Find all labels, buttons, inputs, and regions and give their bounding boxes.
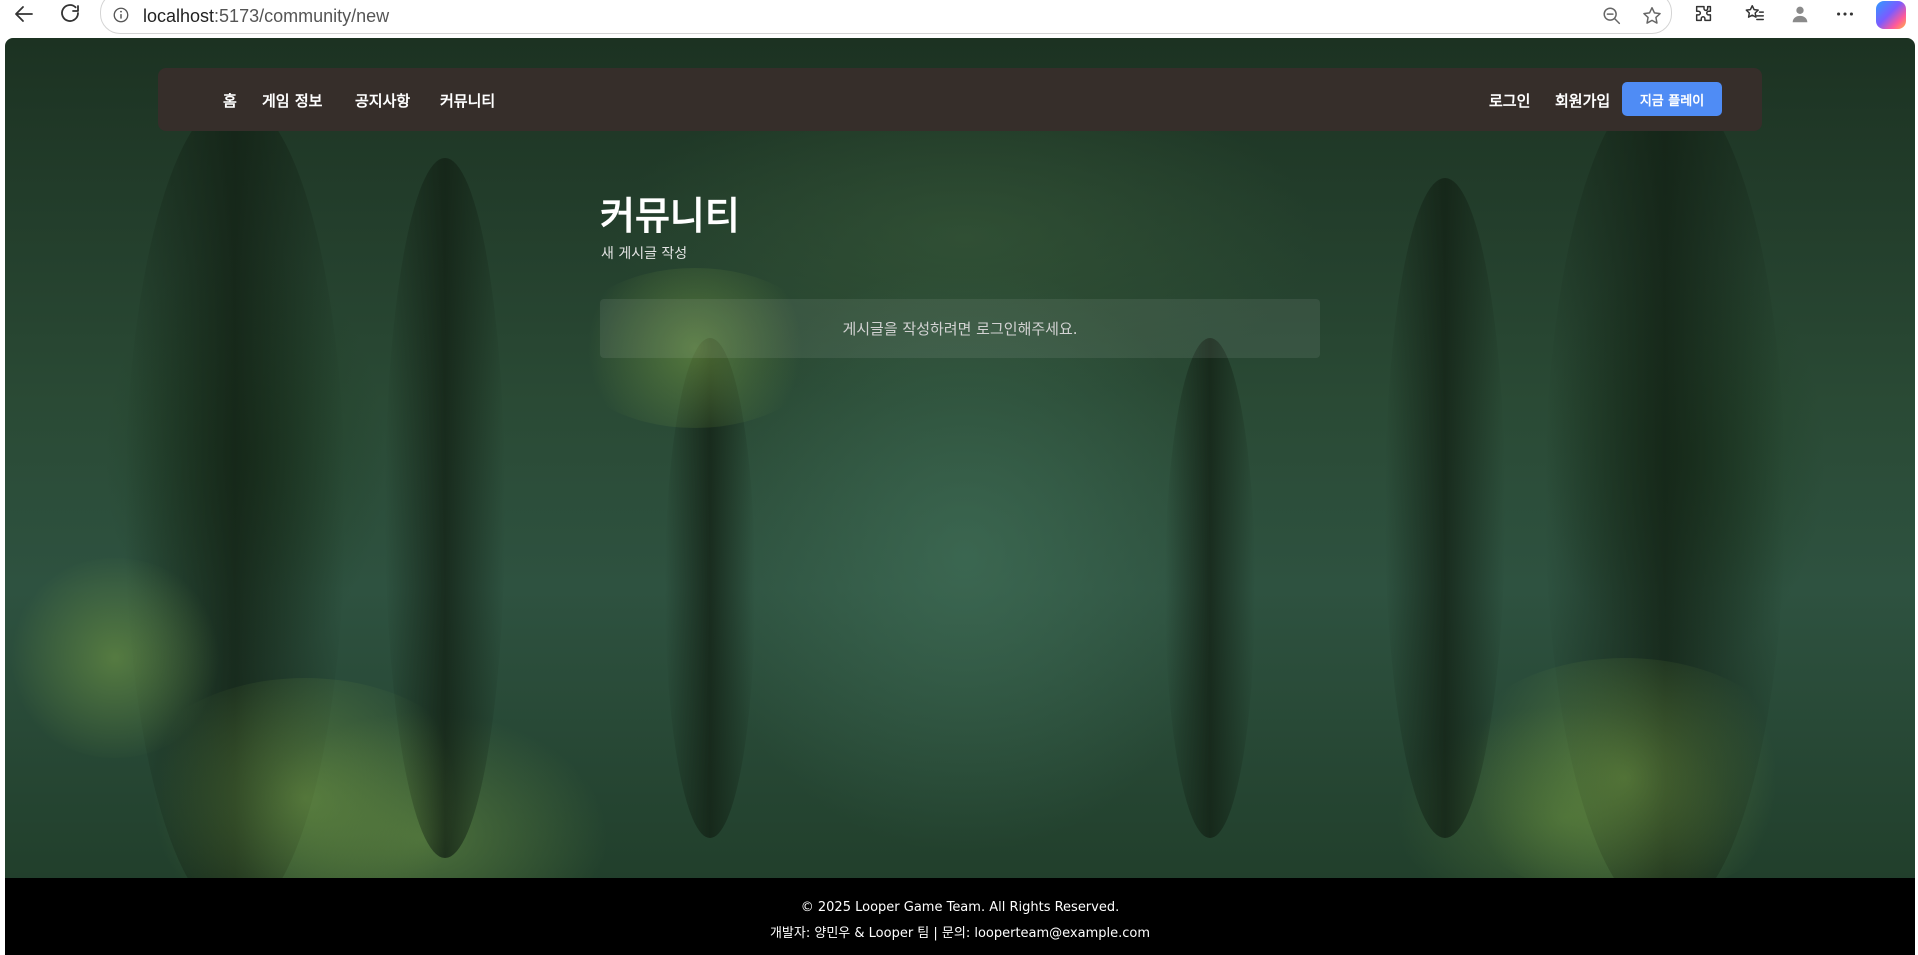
foliage bbox=[1445, 658, 1805, 898]
footer-copyright: © 2025 Looper Game Team. All Rights Rese… bbox=[800, 900, 1120, 915]
login-required-text: 게시글을 작성하려면 로그인해주세요. bbox=[842, 320, 1078, 338]
back-arrow-icon[interactable] bbox=[6, 0, 42, 28]
play-now-button[interactable]: 지금 플레이 bbox=[1622, 82, 1722, 116]
star-icon[interactable] bbox=[1639, 3, 1665, 29]
signup-link[interactable]: 회원가입 bbox=[1555, 90, 1610, 111]
page-viewport: 홈 게임 정보 공지사항 커뮤니티 로그인 회원가입 지금 플레이 커뮤니티 새… bbox=[5, 38, 1915, 955]
login-link[interactable]: 로그인 bbox=[1489, 90, 1530, 111]
login-required-notice: 게시글을 작성하려면 로그인해주세요. bbox=[600, 299, 1320, 358]
site-header: 홈 게임 정보 공지사항 커뮤니티 로그인 회원가입 지금 플레이 bbox=[158, 68, 1762, 131]
tree-trunk bbox=[1165, 338, 1255, 838]
nav-community[interactable]: 커뮤니티 bbox=[440, 90, 495, 111]
more-icon[interactable] bbox=[1830, 0, 1860, 28]
page-subtitle: 새 게시글 작성 bbox=[601, 246, 688, 262]
favorites-list-icon[interactable] bbox=[1740, 0, 1770, 28]
nav-game-info[interactable]: 게임 정보 bbox=[262, 90, 322, 111]
nav-home[interactable]: 홈 bbox=[223, 90, 237, 111]
browser-toolbar: localhost:5173/community/new bbox=[0, 0, 1918, 38]
nav-notices[interactable]: 공지사항 bbox=[355, 90, 410, 111]
url-path: :5173/community/new bbox=[214, 6, 390, 26]
copilot-icon[interactable] bbox=[1876, 1, 1906, 29]
puzzle-icon[interactable] bbox=[1689, 0, 1719, 28]
address-bar[interactable]: localhost:5173/community/new bbox=[100, 0, 1672, 34]
zoom-out-icon[interactable] bbox=[1599, 3, 1625, 29]
reload-icon[interactable] bbox=[52, 0, 88, 28]
info-icon[interactable] bbox=[111, 5, 131, 25]
url-host: localhost bbox=[143, 6, 215, 26]
page-title: 커뮤니티 bbox=[600, 194, 740, 238]
profile-icon[interactable] bbox=[1785, 0, 1815, 28]
url-text[interactable]: localhost:5173/community/new bbox=[143, 6, 389, 27]
foliage bbox=[5, 558, 225, 758]
footer-credits: 개발자: 양민우 & Looper 팀 | 문의: looperteam@exa… bbox=[769, 926, 1151, 941]
site-footer: © 2025 Looper Game Team. All Rights Rese… bbox=[5, 878, 1915, 955]
